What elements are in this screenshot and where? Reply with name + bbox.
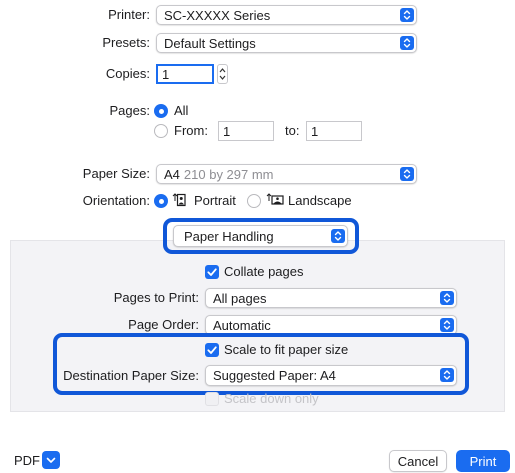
scale-down-only-checkbox — [205, 392, 219, 406]
pages-all-label: All — [174, 103, 189, 118]
presets-value: Default Settings — [164, 35, 256, 51]
copies-label: Copies: — [105, 66, 150, 81]
destination-paper-size-label: Destination Paper Size: — [63, 368, 199, 383]
paper-size-main: A4 — [164, 166, 180, 182]
orientation-landscape-label: Landscape — [288, 193, 352, 208]
section-popup-value: Paper Handling — [184, 228, 274, 244]
destination-paper-size-popup[interactable]: Suggested Paper: A4 — [205, 365, 457, 386]
scale-to-fit-checkbox[interactable] — [205, 343, 219, 357]
pages-to-label: to: — [285, 123, 300, 138]
stepper-arrows-icon — [219, 68, 226, 80]
printer-label: Printer: — [108, 7, 150, 22]
orientation-landscape-radio[interactable] — [247, 194, 261, 208]
orientation-portrait-label: Portrait — [194, 193, 236, 208]
scale-down-only-label: Scale down only — [224, 391, 319, 406]
page-order-popup[interactable]: Automatic — [205, 315, 457, 335]
pages-label: Pages: — [109, 103, 150, 118]
checkmark-icon — [205, 343, 219, 357]
collate-checkbox[interactable] — [205, 265, 219, 279]
printer-value: SC-XXXXX Series — [164, 7, 271, 23]
pages-to-value: 1 — [311, 123, 319, 139]
pages-all-radio[interactable] — [154, 104, 168, 118]
presets-popup[interactable]: Default Settings — [156, 33, 417, 53]
pages-to-print-label: Pages to Print: — [113, 290, 199, 305]
checkmark-icon — [205, 265, 219, 279]
chevron-updown-icon — [440, 368, 454, 382]
pdf-label[interactable]: PDF — [14, 453, 40, 468]
printer-popup[interactable]: SC-XXXXX Series — [156, 5, 417, 25]
chevron-updown-icon — [400, 8, 414, 22]
pages-to-print-value: All pages — [213, 290, 267, 306]
collate-label: Collate pages — [224, 264, 304, 279]
pages-from-value: 1 — [223, 123, 231, 139]
chevron-down-icon — [46, 457, 56, 463]
pages-to-print-popup[interactable]: All pages — [205, 288, 457, 308]
orientation-portrait-radio[interactable] — [154, 194, 168, 208]
paper-size-popup[interactable]: A4 210 by 297 mm — [156, 164, 417, 184]
pages-from-label: From: — [174, 123, 208, 138]
chevron-updown-icon — [331, 229, 345, 243]
pages-to-field[interactable]: 1 — [306, 121, 362, 141]
copies-value: 1 — [162, 66, 170, 82]
chevron-updown-icon — [400, 36, 414, 50]
print-button[interactable]: Print — [456, 450, 510, 472]
landscape-icon — [266, 193, 284, 205]
pages-from-radio[interactable] — [154, 124, 168, 138]
chevron-updown-icon — [400, 167, 414, 181]
portrait-icon — [172, 193, 186, 207]
pdf-menu-button[interactable] — [42, 451, 60, 469]
paper-size-label: Paper Size: — [82, 166, 150, 181]
cancel-button[interactable]: Cancel — [389, 450, 447, 472]
page-order-value: Automatic — [213, 317, 271, 333]
pages-from-field[interactable]: 1 — [218, 121, 274, 141]
page-order-label: Page Order: — [128, 317, 199, 332]
copies-stepper[interactable] — [217, 64, 228, 84]
copies-field[interactable]: 1 — [156, 64, 214, 84]
orientation-label: Orientation: — [82, 193, 150, 208]
chevron-updown-icon — [440, 291, 454, 305]
chevron-updown-icon — [440, 318, 454, 332]
paper-size-detail: 210 by 297 mm — [183, 166, 274, 182]
section-popup[interactable]: Paper Handling — [173, 225, 348, 247]
scale-to-fit-label: Scale to fit paper size — [224, 342, 349, 357]
destination-paper-size-value: Suggested Paper: A4 — [213, 368, 336, 383]
presets-label: Presets: — [102, 35, 150, 50]
